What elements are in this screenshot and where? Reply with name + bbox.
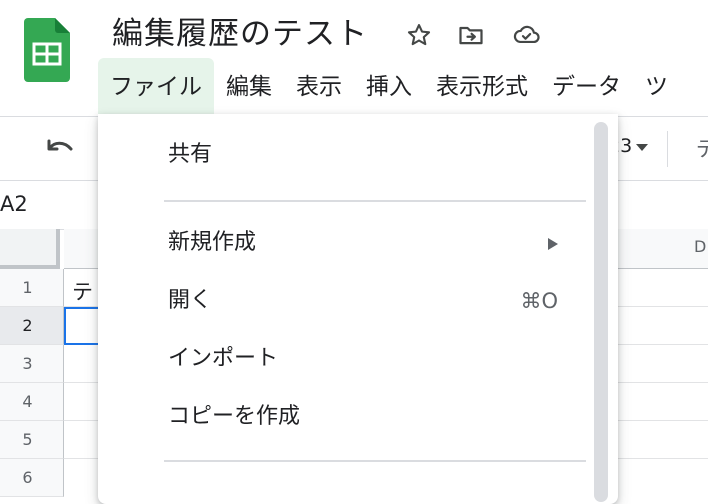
- menu-item-label: コピーを作成: [168, 404, 301, 429]
- toolbar-divider: [667, 131, 668, 167]
- menu-item-label: インポート: [168, 346, 279, 371]
- row-header-5[interactable]: 5: [0, 421, 64, 459]
- row-header-2[interactable]: 2: [0, 307, 64, 345]
- menu-item-label: 共有: [168, 142, 213, 167]
- submenu-arrow-icon: [548, 238, 558, 250]
- menu-format[interactable]: 表示形式: [424, 58, 540, 116]
- cell-a1[interactable]: テ: [72, 276, 93, 306]
- menu-bar: ファイル 編集 表示 挿入 表示形式 データ ツ: [98, 58, 680, 116]
- caret-down-icon: [636, 135, 649, 157]
- name-box[interactable]: A2: [0, 190, 28, 218]
- menu-item-share[interactable]: 共有: [98, 128, 588, 182]
- menu-data[interactable]: データ: [540, 58, 633, 116]
- column-header-d[interactable]: D: [694, 237, 706, 256]
- font-dropdown[interactable]: デ: [696, 133, 708, 163]
- row-header-4[interactable]: 4: [0, 383, 64, 421]
- row-header-3[interactable]: 3: [0, 345, 64, 383]
- menu-separator: [164, 460, 586, 462]
- undo-icon[interactable]: [44, 135, 78, 163]
- move-to-folder-icon[interactable]: [456, 20, 486, 50]
- menu-item-import[interactable]: インポート: [98, 332, 588, 386]
- row-header-6[interactable]: 6: [0, 459, 64, 497]
- menu-separator: [164, 200, 586, 202]
- cloud-saved-icon[interactable]: [512, 20, 542, 50]
- menu-view[interactable]: 表示: [284, 58, 354, 116]
- menu-file[interactable]: ファイル: [98, 58, 214, 116]
- menu-scrollbar[interactable]: [594, 122, 608, 502]
- menu-item-open[interactable]: 開く ⌘O: [98, 274, 588, 328]
- menu-item-make-copy[interactable]: コピーを作成: [98, 390, 588, 444]
- menu-item-shortcut: ⌘O: [520, 289, 558, 313]
- menu-item-label: 新規作成: [168, 230, 257, 255]
- star-icon[interactable]: [404, 20, 434, 50]
- menu-edit[interactable]: 編集: [214, 58, 284, 116]
- file-menu-dropdown: 共有 新規作成 開く ⌘O インポート コピーを作成: [98, 114, 618, 504]
- menu-insert[interactable]: 挿入: [354, 58, 424, 116]
- select-all-corner[interactable]: [0, 229, 60, 269]
- document-title[interactable]: 編集履歴のテスト: [112, 14, 368, 54]
- sheets-logo-icon[interactable]: [24, 18, 70, 82]
- menu-item-new[interactable]: 新規作成: [98, 216, 588, 270]
- menu-item-label: 開く: [168, 288, 213, 313]
- menu-tools[interactable]: ツ: [633, 58, 680, 116]
- row-header-1[interactable]: 1: [0, 269, 64, 307]
